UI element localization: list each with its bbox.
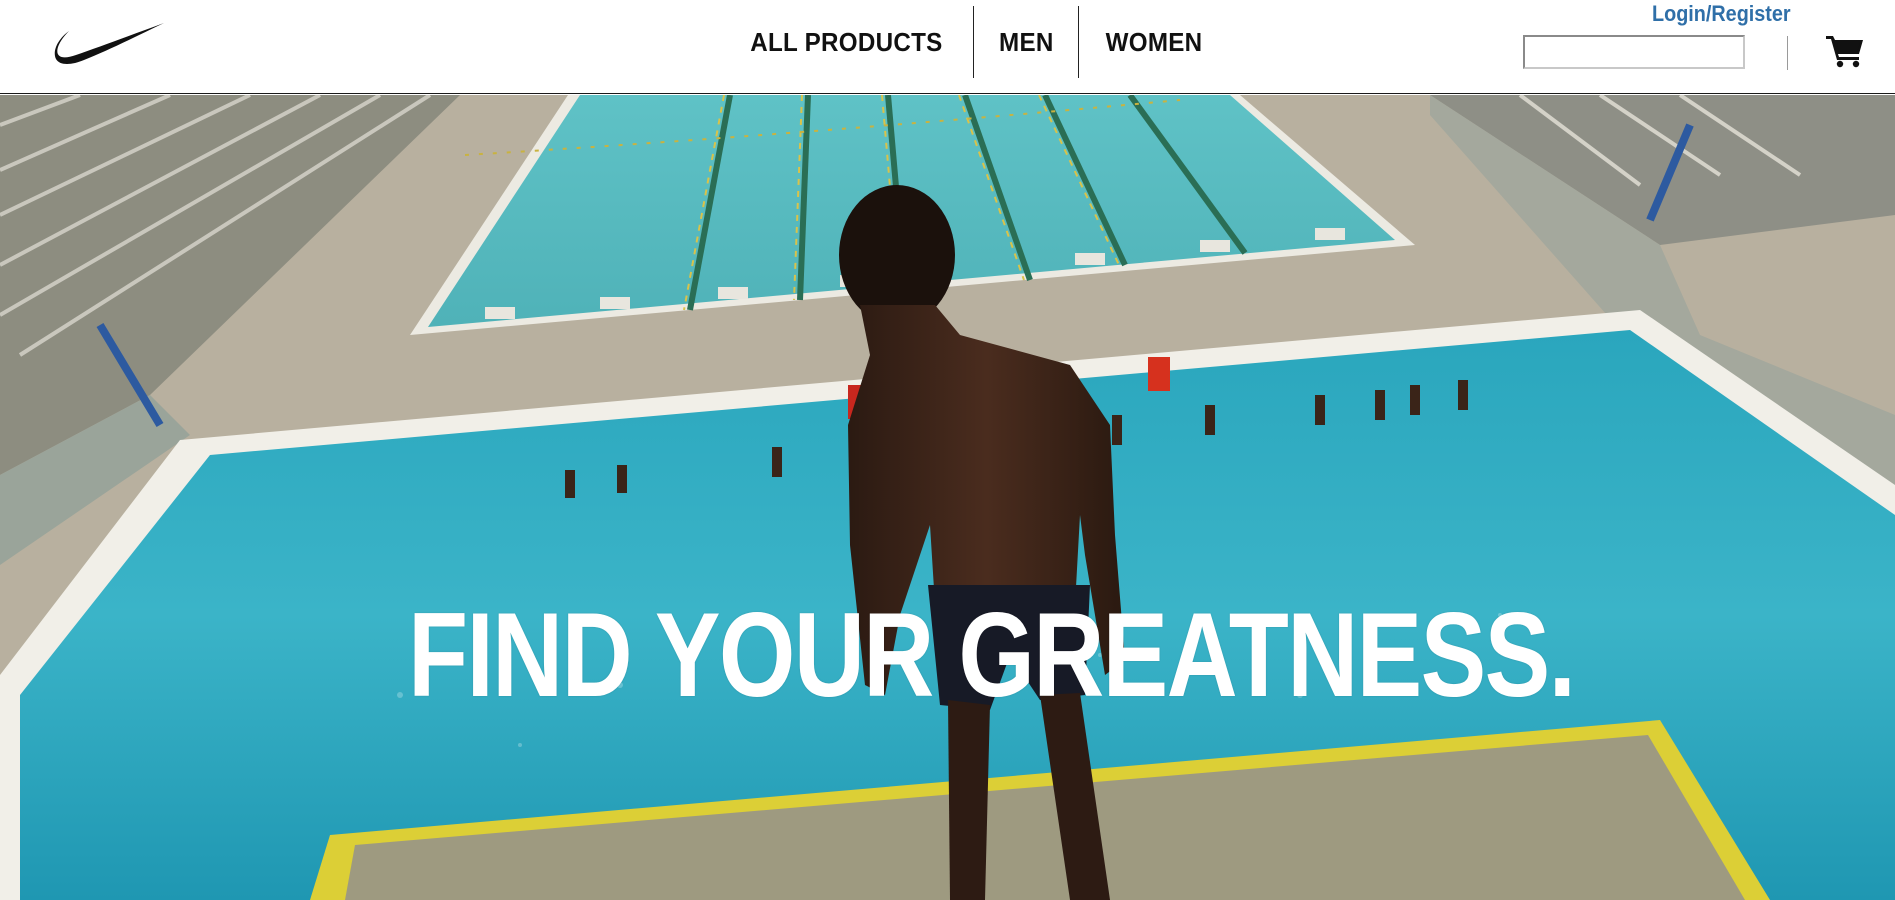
- header-divider: [1787, 36, 1788, 70]
- nav-men[interactable]: MEN: [977, 27, 1074, 58]
- nav-divider: [972, 6, 974, 78]
- nav-women[interactable]: WOMEN: [1085, 27, 1225, 58]
- nav-all-products[interactable]: ALL PRODUCTS: [729, 27, 964, 58]
- search-input[interactable]: [1523, 35, 1745, 69]
- hero-image: [0, 95, 1895, 900]
- shopping-cart-icon[interactable]: [1825, 33, 1865, 69]
- site-header: ALL PRODUCTS MEN WOMEN Login/Register: [0, 0, 1895, 94]
- nav-divider: [1078, 6, 1080, 78]
- main-nav: ALL PRODUCTS MEN WOMEN: [720, 6, 1230, 78]
- hero-headline: FIND YOUR GREATNESS.: [408, 588, 1576, 722]
- login-register-link[interactable]: Login/Register: [1652, 1, 1791, 27]
- hero-banner: FIND YOUR GREATNESS.: [0, 95, 1895, 900]
- swoosh-logo-icon[interactable]: [54, 20, 166, 66]
